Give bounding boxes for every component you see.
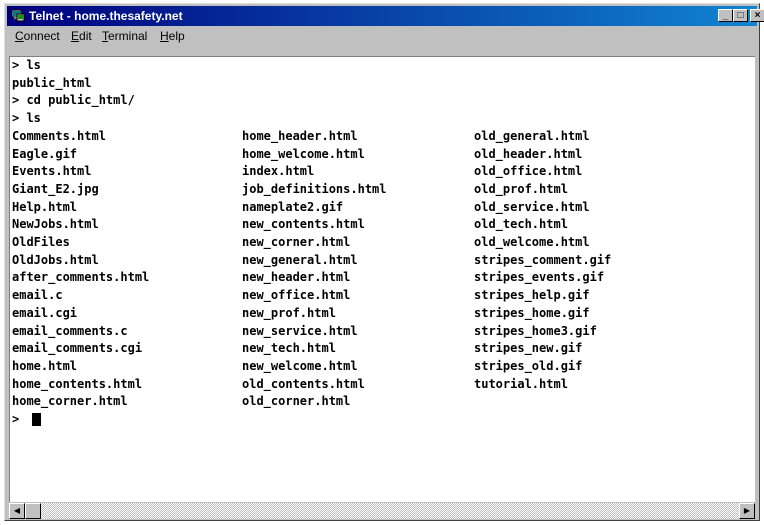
- file-entry: Eagle.gif: [12, 146, 78, 161]
- menu-connect-label: onnect: [23, 29, 60, 43]
- telnet-app-icon: [11, 9, 25, 22]
- close-button[interactable]: ×: [750, 9, 764, 22]
- telnet-window: Telnet - home.thesafety.net _ □ × Connec…: [4, 3, 764, 521]
- menu-terminal[interactable]: Terminal: [100, 27, 149, 45]
- minimize-button[interactable]: _: [718, 9, 733, 22]
- terminal-line: > ls: [12, 111, 41, 126]
- file-entry: home_welcome.html: [242, 146, 365, 161]
- file-entry: job_definitions.html: [242, 181, 387, 196]
- file-entry: stripes_help.gif: [474, 288, 590, 303]
- scroll-right-button[interactable]: ▶: [739, 503, 755, 519]
- file-entry: OldFiles: [12, 235, 70, 249]
- file-entry: stripes_home3.gif: [474, 323, 597, 338]
- horizontal-scrollbar[interactable]: ◀ ▶: [9, 503, 755, 519]
- menu-help-label: elp: [168, 29, 185, 43]
- title-bar[interactable]: Telnet - home.thesafety.net _ □ ×: [7, 6, 764, 26]
- file-entry: NewJobs.html: [12, 217, 99, 232]
- text-cursor: [32, 413, 41, 426]
- file-entry: new_header.html: [242, 270, 351, 285]
- file-entry: new_corner.html: [242, 235, 351, 249]
- file-entry: stripes_events.gif: [474, 270, 605, 285]
- menu-edit[interactable]: Edit: [69, 27, 94, 45]
- file-entry: old_service.html: [474, 199, 590, 214]
- file-entry: email_comments.c: [12, 323, 128, 338]
- file-entry: home_corner.html: [12, 394, 128, 409]
- file-entry: new_service.html: [242, 323, 358, 338]
- file-entry: stripes_old.gif: [474, 358, 583, 373]
- menu-terminal-label: erminal: [108, 29, 148, 43]
- file-entry: new_contents.html: [242, 217, 365, 232]
- menu-edit-mnemonic: E: [71, 29, 80, 43]
- file-entry: home_contents.html: [12, 376, 143, 391]
- file-entry: old_prof.html: [474, 181, 568, 196]
- file-entry: email.cgi: [12, 305, 78, 320]
- menu-bar: Connect Edit Terminal Help: [7, 27, 757, 45]
- file-entry: old_general.html: [474, 128, 590, 143]
- file-entry: home.html: [12, 358, 78, 373]
- terminal-line: public_html: [12, 75, 92, 90]
- file-entry: OldJobs.html: [12, 252, 99, 267]
- file-entry: Events.html: [12, 164, 92, 179]
- window-title: Telnet - home.thesafety.net: [29, 9, 183, 23]
- menu-connect[interactable]: Connect: [13, 27, 62, 45]
- terminal-line: > ls: [12, 58, 41, 72]
- file-entry: email.c: [12, 288, 63, 303]
- menu-edit-label: dit: [79, 29, 92, 43]
- file-entry: after_comments.html: [12, 270, 150, 285]
- file-entry: new_welcome.html: [242, 358, 358, 373]
- file-entry: old_welcome.html: [474, 235, 590, 249]
- menu-connect-mnemonic: C: [15, 29, 24, 43]
- file-entry: old_contents.html: [242, 376, 365, 391]
- scroll-left-button[interactable]: ◀: [9, 503, 25, 519]
- file-entry: new_general.html: [242, 252, 358, 267]
- maximize-button[interactable]: □: [733, 9, 748, 22]
- file-entry: stripes_comment.gif: [474, 252, 612, 267]
- file-entry: stripes_home.gif: [474, 305, 590, 320]
- file-entry: old_header.html: [474, 146, 583, 161]
- file-entry: new_office.html: [242, 288, 351, 303]
- file-entry: email_comments.cgi: [12, 341, 143, 356]
- file-entry: old_corner.html: [242, 394, 351, 409]
- file-entry: stripes_new.gif: [474, 341, 583, 356]
- file-entry: new_tech.html: [242, 341, 336, 356]
- menu-help[interactable]: Help: [158, 27, 187, 45]
- shell-prompt: >: [12, 412, 27, 426]
- scroll-thumb[interactable]: [25, 503, 41, 519]
- file-entry: home_header.html: [242, 128, 358, 143]
- file-entry: index.html: [242, 164, 315, 179]
- file-entry: old_tech.html: [474, 217, 568, 232]
- file-entry: Comments.html: [12, 128, 106, 143]
- file-entry: new_prof.html: [242, 305, 336, 320]
- menu-help-mnemonic: H: [160, 29, 169, 43]
- terminal-screen[interactable]: > ls public_html > cd public_html/ > ls Comm…: [9, 56, 755, 502]
- file-entry: tutorial.html: [474, 376, 568, 391]
- file-entry: old_office.html: [474, 164, 583, 179]
- file-entry: Giant_E2.jpg: [12, 181, 99, 196]
- file-entry: Help.html: [12, 199, 78, 214]
- file-entry: nameplate2.gif: [242, 199, 344, 214]
- terminal-line: > cd public_html/: [12, 93, 135, 108]
